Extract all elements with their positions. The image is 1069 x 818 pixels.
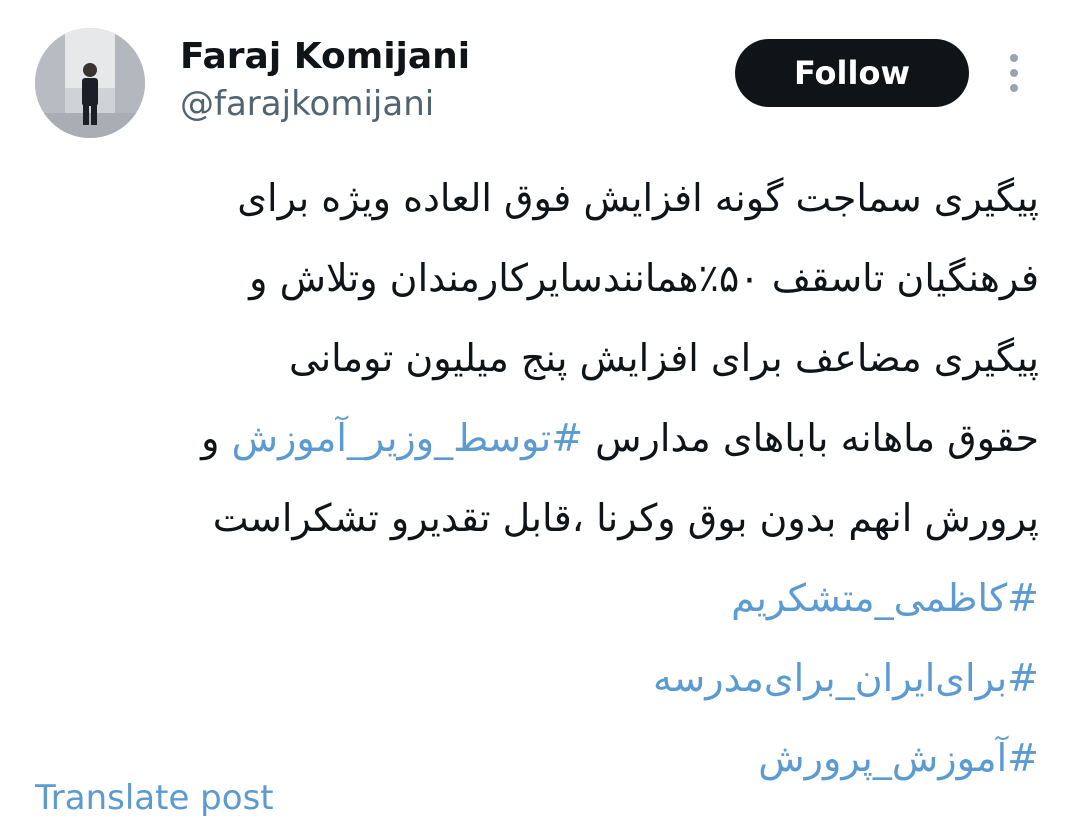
more-vertical-icon[interactable]	[1000, 50, 1028, 96]
tweet-line: فرهنگیان تاسقف ۵۰٪همانندسایرکارمندان وتل…	[249, 256, 1039, 300]
tweet-line: پیگیری مضاعف برای افزایش پنج میلیون توما…	[288, 336, 1039, 380]
tweet-line-text: حقوق ماهانه باباهای مدارس	[583, 416, 1039, 460]
hashtag-link[interactable]: #کاظمی_متشکریم	[79, 558, 1039, 638]
tweet-text: پیگیری سماجت گونه افزایش فوق العاده ویژه…	[79, 158, 1039, 798]
avatar[interactable]	[35, 28, 145, 138]
display-name[interactable]: Faraj Komijani	[180, 36, 470, 77]
tweet-line: پیگیری سماجت گونه افزایش فوق العاده ویژه…	[237, 176, 1039, 220]
tweet-line: حقوق ماهانه باباهای مدارس #توسط_وزیر_آمو…	[79, 398, 1039, 478]
user-handle[interactable]: @farajkomijani	[180, 84, 434, 124]
hashtag-link[interactable]: #برای‌ایران_برای‌مدرسه	[79, 638, 1039, 718]
avatar-photo	[35, 28, 145, 138]
tweet-line-text: و	[201, 416, 232, 460]
hashtag-link[interactable]: #توسط_وزیر_آموزش	[232, 416, 583, 460]
tweet-line: پرورش انهم بدون بوق وکرنا ،قابل تقدیرو ت…	[212, 496, 1039, 540]
follow-button[interactable]: Follow	[735, 39, 969, 107]
translate-post-link[interactable]: Translate post	[35, 778, 274, 818]
